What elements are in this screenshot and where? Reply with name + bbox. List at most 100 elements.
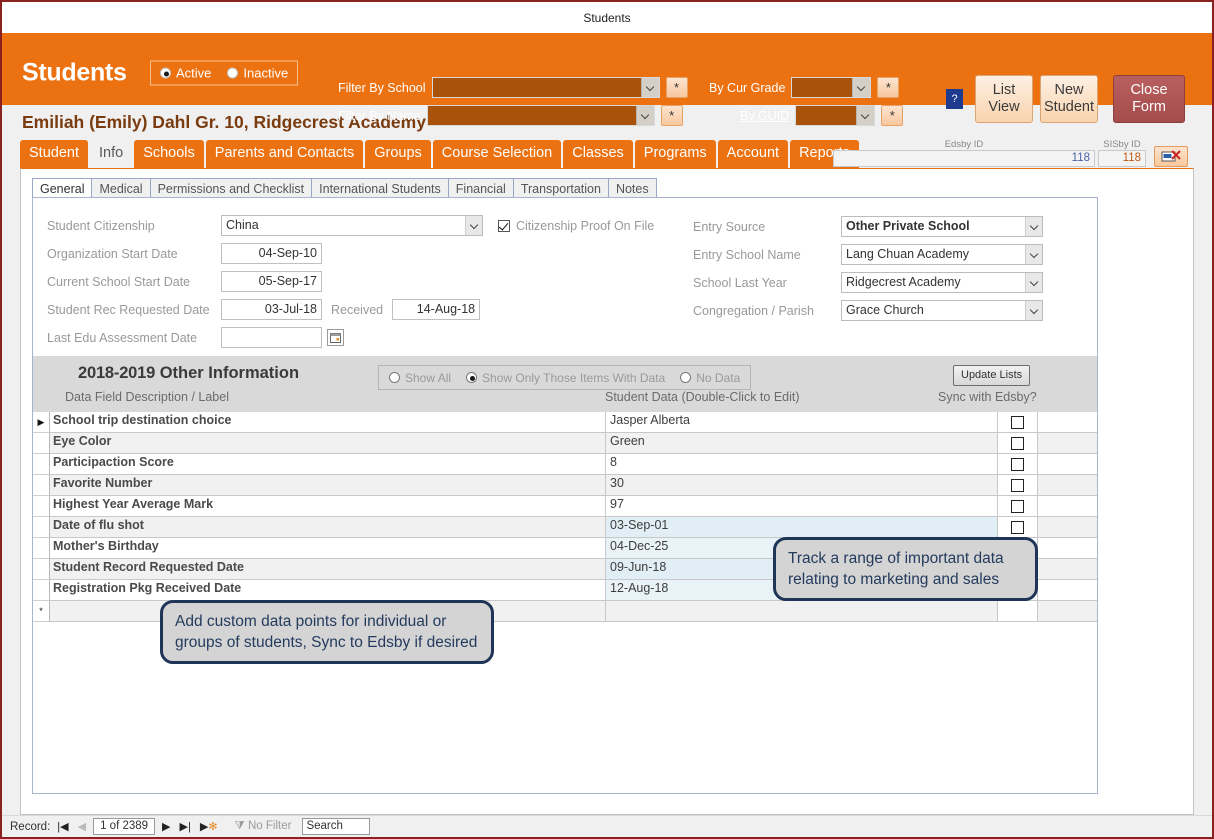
tab-groups[interactable]: Groups	[365, 140, 431, 168]
radio-active[interactable]: Active	[160, 66, 211, 81]
sync-checkbox[interactable]	[1011, 415, 1024, 429]
next-record-button[interactable]: ▶	[160, 820, 172, 833]
chevron-down-icon[interactable]	[1025, 217, 1042, 236]
congregation-parish-select[interactable]: Grace Church	[841, 300, 1043, 321]
cell-student-data[interactable]: 8	[606, 454, 998, 475]
current-school-start-date-input[interactable]: 05-Sep-17	[221, 271, 322, 292]
sync-checkbox[interactable]	[1011, 478, 1024, 492]
previous-record-button[interactable]: ◀	[76, 820, 88, 833]
edsby-id-value[interactable]: 118	[833, 150, 1095, 167]
radio-show-only-with-data[interactable]: Show Only Those Items With Data	[466, 371, 665, 385]
student-rec-requested-date-input[interactable]: 03-Jul-18	[221, 299, 322, 320]
new-record-button[interactable]: ▶✻	[198, 820, 220, 833]
tab-classes[interactable]: Classes	[563, 140, 633, 168]
table-row[interactable]: ▶ School trip destination choice Jasper Al…	[33, 412, 1097, 433]
search-input[interactable]: Search	[302, 818, 371, 835]
help-button[interactable]: ?	[946, 89, 963, 109]
filter-by-grade-wildcard-button[interactable]: *	[877, 77, 900, 98]
row-selector[interactable]: ▶	[33, 412, 50, 433]
row-selector[interactable]	[33, 580, 50, 601]
received-label: Received	[331, 302, 384, 317]
radio-show-all[interactable]: Show All	[389, 371, 451, 385]
entry-school-name-select[interactable]: Lang Chuan Academy	[841, 244, 1043, 265]
radio-no-data[interactable]: No Data	[680, 371, 740, 385]
list-view-button[interactable]: List View	[975, 75, 1033, 123]
sync-checkbox[interactable]	[1011, 457, 1024, 471]
sync-checkbox[interactable]	[1011, 520, 1024, 534]
general-form: Student Citizenship China Citizenship Pr…	[33, 198, 1097, 356]
cell-student-data[interactable]	[606, 601, 998, 622]
cell-spacer	[1038, 496, 1097, 517]
filter-by-guid-wildcard-button[interactable]: *	[881, 105, 904, 126]
filter-by-school-combo[interactable]	[431, 77, 660, 98]
radio-inactive[interactable]: Inactive	[227, 66, 288, 81]
record-number-input[interactable]: 1 of 2389	[93, 818, 156, 835]
filter-by-name-combo[interactable]	[426, 105, 655, 126]
school-last-year-label: School Last Year	[693, 275, 787, 290]
last-record-button[interactable]: ▶|	[178, 820, 193, 833]
cell-spacer	[1038, 454, 1097, 475]
cell-spacer	[1038, 580, 1097, 601]
chevron-down-icon[interactable]	[852, 78, 871, 97]
chevron-down-icon[interactable]	[1025, 245, 1042, 264]
new-record-marker[interactable]: *	[33, 601, 50, 622]
row-selector[interactable]	[33, 454, 50, 475]
sync-checkbox[interactable]	[1011, 436, 1024, 450]
chevron-down-icon[interactable]	[1025, 301, 1042, 320]
filter-by-guid-label[interactable]: By GUID	[740, 109, 789, 123]
new-student-button[interactable]: New Student	[1040, 75, 1098, 123]
cell-student-data[interactable]: 03-Sep-01	[606, 517, 998, 538]
first-record-button[interactable]: |◀	[55, 820, 70, 833]
cell-student-data[interactable]: Jasper Alberta	[606, 412, 998, 433]
row-selector[interactable]	[33, 475, 50, 496]
chevron-down-icon[interactable]	[635, 106, 654, 125]
table-row[interactable]: Highest Year Average Mark 97	[33, 496, 1097, 517]
sync-checkbox[interactable]	[1011, 499, 1024, 513]
received-date-input[interactable]: 14-Aug-18	[392, 299, 481, 320]
citizenship-proof-checkbox[interactable]	[498, 219, 510, 232]
tab-info[interactable]: Info	[90, 140, 133, 168]
table-row[interactable]: Favorite Number 30	[33, 475, 1097, 496]
cell-student-data[interactable]: Green	[606, 433, 998, 454]
cell-student-data[interactable]: 97	[606, 496, 998, 517]
organization-start-date-input[interactable]: 04-Sep-10	[221, 243, 322, 264]
filter-by-name-wildcard-button[interactable]: *	[660, 105, 683, 126]
cell-sync	[998, 412, 1038, 433]
calendar-picker-icon[interactable]	[327, 329, 344, 346]
table-row[interactable]: Date of flu shot 03-Sep-01	[33, 517, 1097, 538]
row-selector[interactable]	[33, 538, 50, 559]
sisby-id-value[interactable]: 118	[1098, 150, 1146, 167]
tab-programs[interactable]: Programs	[634, 140, 716, 168]
filter-by-school-wildcard-button[interactable]: *	[665, 77, 688, 98]
chevron-down-icon[interactable]	[1025, 273, 1042, 292]
filter-by-guid-combo[interactable]	[795, 105, 876, 126]
tab-student[interactable]: Student	[20, 140, 88, 168]
table-row[interactable]: Participaction Score 8	[33, 454, 1097, 475]
entry-source-select[interactable]: Other Private School	[841, 216, 1043, 237]
cell-student-data[interactable]: 30	[606, 475, 998, 496]
tab-account[interactable]: Account	[717, 140, 789, 168]
tab-schools[interactable]: Schools	[134, 140, 204, 168]
filter-icon: ⧩	[234, 820, 245, 832]
filter-status[interactable]: ⧩ No Filter	[235, 820, 292, 833]
student-citizenship-row: Student Citizenship China Citizenship Pr…	[47, 215, 654, 236]
chevron-down-icon[interactable]	[856, 106, 875, 125]
chevron-down-icon[interactable]	[640, 78, 659, 97]
filter-by-grade-combo[interactable]	[791, 77, 872, 98]
row-selector[interactable]	[33, 496, 50, 517]
chevron-down-icon[interactable]	[465, 216, 482, 235]
row-selector[interactable]	[33, 517, 50, 538]
tab-parents-and-contacts[interactable]: Parents and Contacts	[205, 140, 364, 168]
school-last-year-select[interactable]: Ridgecrest Academy	[841, 272, 1043, 293]
table-row[interactable]: Eye Color Green	[33, 433, 1097, 454]
update-lists-button[interactable]: Update Lists	[953, 365, 1031, 386]
entry-school-name-row: Entry School Name Lang Chuan Academy	[693, 244, 1043, 265]
student-citizenship-select[interactable]: China	[221, 215, 483, 236]
cell-description: Mother's Birthday	[50, 538, 606, 559]
close-form-button[interactable]: Close Form	[1113, 75, 1185, 123]
row-selector[interactable]	[33, 559, 50, 580]
delete-record-button[interactable]	[1154, 146, 1188, 167]
tab-course-selection[interactable]: Course Selection	[432, 140, 562, 168]
last-edu-assessment-date-input[interactable]	[221, 327, 322, 348]
row-selector[interactable]	[33, 433, 50, 454]
